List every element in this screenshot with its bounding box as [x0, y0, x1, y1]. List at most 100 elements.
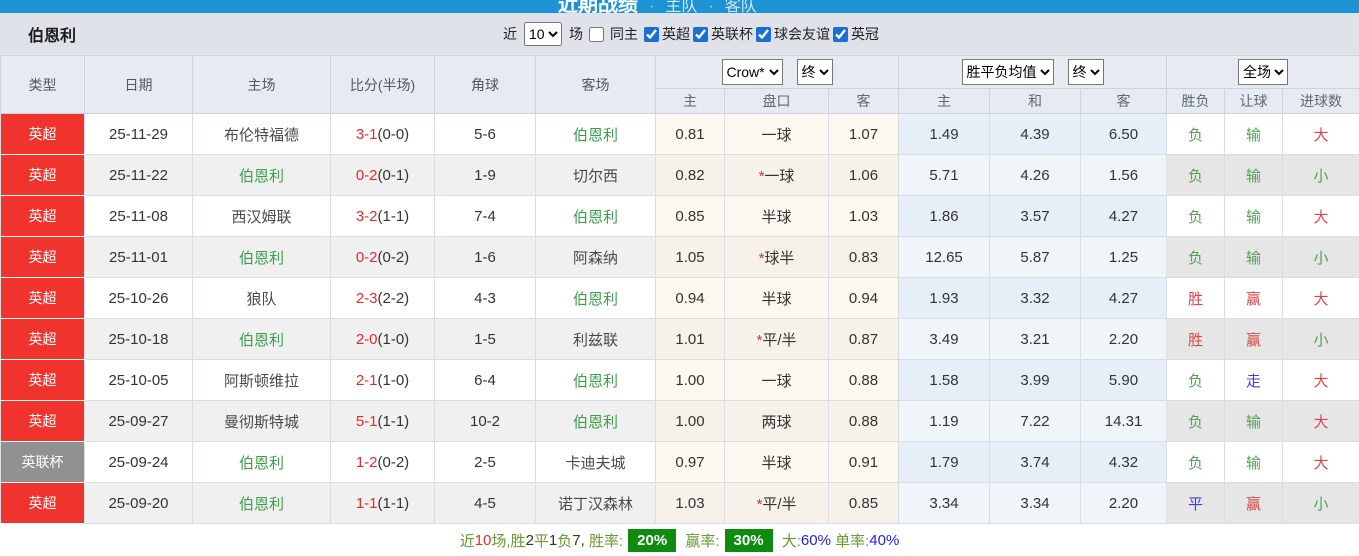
handicap-label: 半球 — [761, 290, 792, 308]
handicap-result-cell: 赢 — [1224, 277, 1284, 319]
halftime-score: (0-2) — [377, 453, 410, 471]
corner-cell: 10-2 — [434, 400, 536, 442]
league-checkbox[interactable] — [644, 26, 659, 42]
nav-link[interactable]: 主队 — [665, 0, 697, 13]
avg-away-cell: 4.32 — [1080, 441, 1168, 483]
fulltime-score: 2-3 — [355, 289, 378, 307]
league-filters: 英超 英联杯 球会友谊 英冠 — [643, 24, 879, 44]
halftime-score: (1-1) — [377, 207, 410, 225]
table-row: 英超 25-11-08 西汉姆联 3-2(1-1) 7-4 伯恩利 0.85 半… — [0, 195, 1359, 237]
handicap-cell: 两球 — [724, 400, 829, 442]
away-team[interactable]: 伯恩利 — [535, 195, 656, 237]
date-cell: 25-09-24 — [84, 441, 193, 483]
home-team[interactable]: 伯恩利 — [192, 154, 331, 196]
handicap-label: 半球 — [761, 208, 792, 226]
fulltime-score: 0-2 — [355, 166, 378, 184]
nav-link[interactable]: 客队 — [725, 0, 757, 13]
away-team[interactable]: 伯恩利 — [535, 277, 656, 319]
halftime-score: (0-1) — [377, 166, 410, 184]
league-checkbox[interactable] — [756, 26, 771, 42]
result-group-header: 全场 — [1166, 55, 1359, 89]
bookmaker-select[interactable]: Crow* — [721, 59, 783, 85]
home-team[interactable]: 阿斯顿维拉 — [192, 359, 331, 401]
home-team[interactable]: 伯恩利 — [192, 441, 331, 483]
handicap-result-cell: 走 — [1224, 359, 1284, 401]
league-type-cell: 英超 — [0, 154, 85, 196]
date-cell: 25-10-18 — [84, 318, 193, 360]
away-team[interactable]: 伯恩利 — [535, 113, 656, 155]
home-team[interactable]: 伯恩利 — [192, 236, 331, 278]
avg-away-cell: 2.20 — [1080, 318, 1168, 360]
league-checkbox[interactable] — [693, 26, 708, 42]
avg-type-select[interactable]: 胜平负均值 — [961, 59, 1054, 85]
handicap-result-cell: 赢 — [1224, 318, 1284, 360]
wdl-result-cell: 负 — [1166, 195, 1226, 237]
wdl-result-cell: 胜 — [1166, 277, 1226, 319]
goals-result-cell: 大 — [1282, 400, 1359, 442]
home-team[interactable]: 西汉姆联 — [192, 195, 331, 237]
score-cell: 3-1(0-0) — [330, 113, 435, 155]
goals-result-cell: 大 — [1282, 277, 1359, 319]
handicap-label: 平/半 — [762, 495, 797, 513]
recent-label: 近 — [503, 26, 517, 42]
subcol-avg-away: 客 — [1080, 88, 1168, 114]
avg-away-cell: 2.20 — [1080, 482, 1168, 524]
summary-text: 2 — [525, 532, 534, 549]
handicap-group-header: Crow* 终 — [654, 55, 900, 89]
league-filter: 英超 — [643, 24, 690, 44]
wdl-result-cell: 负 — [1166, 113, 1226, 155]
summary-footer: 近 10 场,胜 2 平 1 负 7, 胜率: 20% 赢率: 30% 大: 60% 单率: 40% — [0, 524, 1359, 556]
handicap-result-cell: 输 — [1224, 113, 1284, 155]
away-team[interactable]: 利兹联 — [535, 318, 656, 360]
col-corner: 角球 — [434, 55, 536, 114]
handicap-cell: *球半 — [724, 236, 829, 278]
avg-home-cell: 1.93 — [898, 277, 991, 319]
league-checkbox[interactable] — [833, 26, 848, 42]
away-team[interactable]: 切尔西 — [535, 154, 656, 196]
handicap-time-select[interactable]: 终 — [796, 59, 833, 85]
fulltime-score: 3-2 — [355, 207, 378, 225]
home-team[interactable]: 曼彻斯特城 — [192, 400, 331, 442]
handicap-result-cell: 输 — [1224, 400, 1284, 442]
away-odds-cell: 0.88 — [827, 400, 900, 442]
away-team[interactable]: 阿森纳 — [535, 236, 656, 278]
avg-away-cell: 1.56 — [1080, 154, 1168, 196]
handicap-label: 一球 — [761, 372, 792, 390]
home-team[interactable]: 伯恩利 — [192, 318, 331, 360]
league-type-cell: 英超 — [0, 113, 85, 155]
table-row: 英超 25-09-27 曼彻斯特城 5-1(1-1) 10-2 伯恩利 1.00… — [0, 400, 1359, 442]
wdl-result-cell: 负 — [1166, 400, 1226, 442]
avg-draw-cell: 3.34 — [989, 482, 1082, 524]
avg-home-cell: 1.86 — [898, 195, 991, 237]
home-odds-cell: 1.00 — [655, 359, 725, 401]
league-filter: 英冠 — [832, 24, 879, 44]
handicap-result-cell: 输 — [1224, 195, 1284, 237]
away-team[interactable]: 诺丁汉森林 — [535, 482, 656, 524]
scope-select[interactable]: 全场 — [1238, 59, 1289, 85]
subcol-goals: 进球数 — [1282, 88, 1359, 114]
avg-draw-cell: 3.74 — [989, 441, 1082, 483]
score-cell: 5-1(1-1) — [330, 400, 435, 442]
corner-cell: 6-4 — [434, 359, 536, 401]
summary-text: 平 — [533, 533, 549, 550]
date-cell: 25-10-05 — [84, 359, 193, 401]
home-team[interactable]: 布伦特福德 — [192, 113, 331, 155]
same-home-checkbox[interactable] — [589, 26, 604, 42]
match-count-select[interactable]: 10 — [524, 22, 562, 46]
date-cell: 25-10-26 — [84, 277, 193, 319]
league-type-cell: 英联杯 — [0, 441, 85, 483]
away-odds-cell: 0.85 — [827, 482, 900, 524]
league-type-label: 英超 — [28, 331, 57, 347]
away-team[interactable]: 伯恩利 — [535, 400, 656, 442]
nav-separator: · — [649, 0, 655, 13]
league-type-label: 英超 — [28, 372, 57, 388]
avg-draw-cell: 3.99 — [989, 359, 1082, 401]
home-team[interactable]: 伯恩利 — [192, 482, 331, 524]
avg-time-select[interactable]: 终 — [1067, 59, 1104, 85]
subcol-odds-away: 客 — [827, 88, 900, 114]
matches-label: 场 — [569, 26, 583, 42]
away-team[interactable]: 卡迪夫城 — [535, 441, 656, 483]
away-team[interactable]: 伯恩利 — [535, 359, 656, 401]
avg-draw-cell: 4.26 — [989, 154, 1082, 196]
home-team[interactable]: 狼队 — [192, 277, 331, 319]
